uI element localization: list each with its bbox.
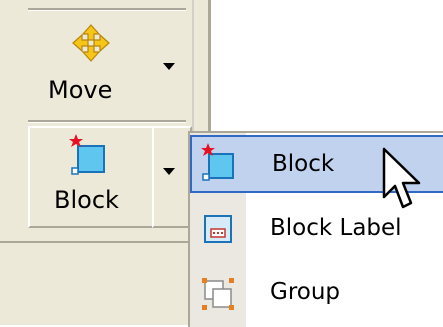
menu-item-group[interactable]: Group [190,265,443,323]
menu-item-label: Block Label [270,215,402,241]
block-dropdown-button[interactable] [152,126,192,228]
toolbar-bottom-area [0,243,211,325]
chevron-down-icon [163,168,175,175]
block-icon [201,143,234,181]
block-icon [69,134,105,175]
move-dropdown-arrow[interactable] [163,63,175,70]
mouse-cursor-icon [382,147,421,209]
move-button[interactable]: Move [28,14,148,118]
block-label-icon [204,215,232,243]
move-button-label: Move [48,76,113,104]
block-button-label: Block [54,186,119,214]
toolbar-separator-highlight [28,122,186,123]
menu-item-label: Block [272,151,335,177]
toolbar-bottom-line [0,241,211,243]
block-button[interactable]: Block [28,126,154,228]
menu-item-label: Group [270,279,341,305]
toolbar-separator-highlight [28,10,186,11]
group-icon [202,278,234,310]
move-icon [72,24,110,62]
